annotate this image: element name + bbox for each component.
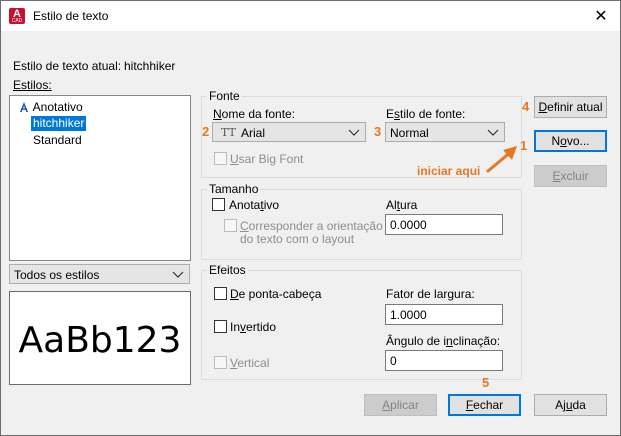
upside-down-checkbox[interactable]: [214, 287, 227, 300]
vertical-label: Vertical: [230, 356, 270, 370]
width-factor-label: Fator de largura:: [386, 287, 475, 301]
close-icon[interactable]: ✕: [589, 5, 613, 27]
effects-group-title: Efeitos: [207, 263, 248, 277]
height-label: Altura: [386, 198, 418, 212]
annotation-1: 1: [520, 138, 528, 153]
font-style-value: Normal: [390, 126, 429, 140]
style-item-standard[interactable]: Standard: [31, 133, 84, 148]
style-item-anotativo[interactable]: Anotativo: [16, 100, 85, 115]
annotation-5: 5: [482, 375, 490, 390]
font-name-label: Nome da fonte:: [213, 107, 296, 121]
title-bar: A CAD Estilo de texto ✕: [1, 1, 620, 31]
size-group-title: Tamanho: [207, 182, 261, 196]
style-item-label: hitchhiker: [33, 116, 85, 130]
vertical-checkbox[interactable]: [214, 356, 227, 369]
match-orientation-label: Corresponder a orientação: [240, 219, 383, 233]
font-style-label: Estilo de fonte:: [386, 107, 466, 121]
style-item-label: Anotativo: [32, 100, 83, 114]
truetype-font-icon: TT: [221, 126, 236, 139]
annotation-3: 3: [374, 124, 382, 139]
styles-filter-select[interactable]: Todos os estilos: [9, 264, 190, 284]
oblique-angle-label: Ângulo de inclinação:: [386, 334, 501, 348]
height-input[interactable]: [385, 214, 503, 235]
annotation-4: 4: [522, 99, 530, 114]
match-orientation-checkbox[interactable]: [224, 219, 237, 232]
text-style-dialog: A CAD Estilo de texto ✕ Estilo de texto a…: [0, 0, 621, 436]
annotative-label: Anotativo: [229, 198, 280, 212]
current-style-label: Estilo de texto atual:: [13, 59, 122, 73]
new-button[interactable]: Novo...: [534, 130, 607, 152]
chevron-down-icon: [487, 129, 499, 136]
chevron-down-icon: [348, 129, 360, 136]
style-item-hitchhiker[interactable]: hitchhiker: [31, 116, 87, 131]
close-button[interactable]: Fechar: [448, 394, 521, 416]
font-name-select[interactable]: TT Arial: [212, 122, 366, 142]
current-style-value: hitchhiker: [124, 59, 176, 73]
font-style-select[interactable]: Normal: [385, 122, 505, 142]
help-button[interactable]: Ajuda: [534, 394, 607, 416]
autocad-app-icon: A CAD: [9, 8, 25, 24]
apply-button[interactable]: Aplicar: [364, 394, 437, 416]
backwards-label: Invertido: [230, 320, 277, 334]
set-current-button[interactable]: Definir atual: [534, 96, 607, 118]
text-preview: AaBb123: [9, 291, 191, 385]
use-big-font-label: Usar Big Font: [230, 152, 304, 166]
width-factor-input[interactable]: [385, 304, 503, 325]
arrow-icon: [486, 146, 517, 173]
upside-down-label: De ponta-cabeça: [230, 287, 322, 301]
window-title: Estilo de texto: [33, 9, 109, 23]
style-item-label: Standard: [33, 133, 82, 147]
delete-button[interactable]: Excluir: [534, 165, 607, 187]
backwards-checkbox[interactable]: [214, 320, 227, 333]
annotative-checkbox[interactable]: [212, 198, 225, 211]
annotative-icon: [20, 102, 28, 112]
styles-label: Estilos:: [13, 78, 52, 92]
preview-text: AaBb123: [18, 320, 182, 361]
match-orientation-label-2: do texto com o layout: [240, 232, 355, 246]
styles-list[interactable]: Anotativo hitchhiker Standard: [9, 95, 191, 261]
oblique-angle-input[interactable]: [385, 350, 503, 371]
styles-filter-value: Todos os estilos: [14, 268, 100, 282]
use-big-font-checkbox[interactable]: [214, 152, 227, 165]
chevron-down-icon: [172, 271, 184, 278]
font-group-title: Fonte: [207, 89, 242, 103]
start-here-hint: iniciar aqui: [417, 164, 481, 178]
annotation-2: 2: [202, 124, 210, 139]
font-name-value: Arial: [241, 126, 266, 140]
